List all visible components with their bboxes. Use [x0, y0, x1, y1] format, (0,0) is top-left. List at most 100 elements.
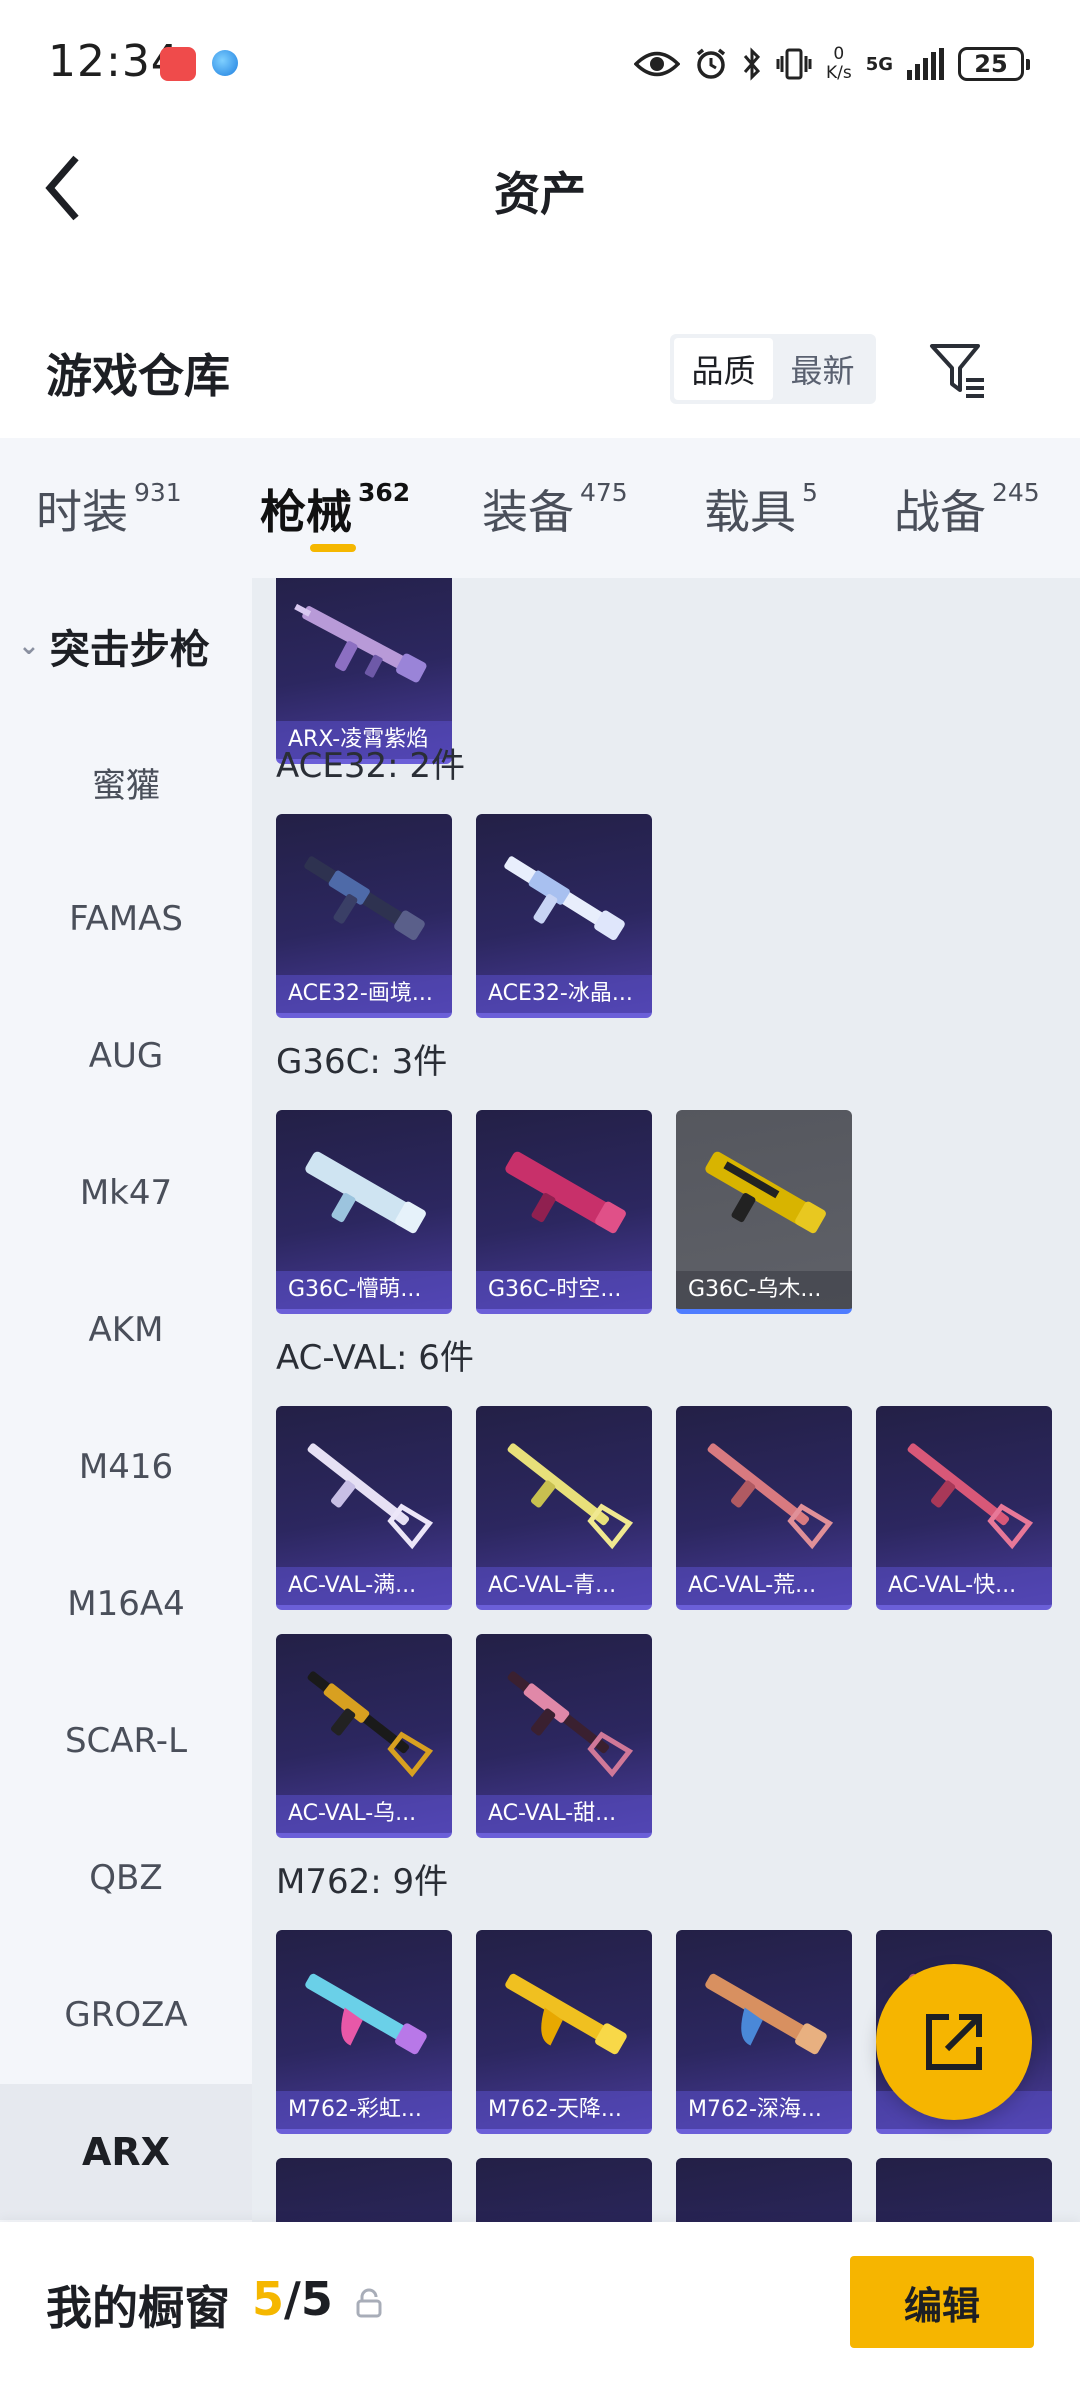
vibrate-icon — [776, 47, 812, 81]
battery-icon: 25 — [958, 47, 1030, 81]
sidebar-group-assault-rifles[interactable]: ⌄ 突击步枪 — [0, 578, 252, 714]
sort-toggle: 品质 最新 — [670, 334, 876, 404]
weapon-card[interactable] — [476, 2158, 652, 2222]
filter-icon — [930, 344, 984, 398]
weapon-card-label: G36C-时空... — [476, 1271, 652, 1309]
weapon-card-label: AC-VAL-荒... — [676, 1567, 852, 1605]
alarm-icon — [694, 47, 728, 81]
weapon-card[interactable]: G36C-乌木... — [676, 1110, 852, 1314]
tab-equipment[interactable]: 装备 475 — [482, 476, 628, 542]
rifle-icon — [707, 1443, 834, 1550]
weapon-card[interactable]: AC-VAL-荒... — [676, 1406, 852, 1610]
tab-vehicles[interactable]: 载具 5 — [704, 476, 818, 542]
sidebar-item[interactable]: AUG — [0, 988, 252, 1124]
weapon-card[interactable]: AC-VAL-乌... — [276, 1634, 452, 1838]
battery-level: 25 — [974, 50, 1008, 78]
tab-label: 枪械 — [260, 485, 352, 539]
weapon-card-label: AC-VAL-乌... — [276, 1795, 452, 1833]
weapon-card-label: G36C-懵萌... — [276, 1271, 452, 1309]
chevron-down-icon: ⌄ — [18, 631, 40, 661]
sidebar-item[interactable]: SCAR-L — [0, 1673, 252, 1809]
showcase-label: 我的橱窗 — [46, 2281, 230, 2335]
rifle-icon — [305, 1973, 427, 2055]
tab-count: 475 — [580, 478, 628, 507]
rifle-icon — [504, 856, 625, 940]
shopping-app-icon — [160, 47, 196, 81]
network-speed: 0 K/s — [826, 45, 852, 83]
tab-label: 时装 — [36, 485, 128, 539]
weapon-card-label: AC-VAL-快... — [876, 1567, 1052, 1605]
rifle-icon — [705, 1973, 827, 2055]
section-title: M762: 9件 — [276, 1862, 449, 1902]
sidebar-item[interactable]: M16A4 — [0, 1536, 252, 1672]
status-icons: 0 K/s 5G 25 — [633, 40, 1030, 88]
net-speed-value: 0 — [833, 44, 845, 64]
weapon-card[interactable]: G36C-懵萌... — [276, 1110, 452, 1314]
status-bar: 12:34 0 K/s 5G 25 — [0, 0, 1080, 126]
showcase-current: 5 — [252, 2272, 285, 2326]
weapon-card[interactable]: G36C-时空... — [476, 1110, 652, 1314]
tab-supplies[interactable]: 战备 245 — [894, 476, 1040, 542]
net-speed-unit: K/s — [825, 63, 852, 83]
sidebar-item-selected[interactable]: ARX — [0, 2084, 252, 2220]
tab-label: 载具 — [704, 485, 796, 539]
sidebar-item[interactable]: Mk47 — [0, 1125, 252, 1261]
active-tab-indicator — [310, 544, 356, 552]
eye-icon — [633, 49, 680, 79]
tab-count: 931 — [134, 478, 182, 507]
weapon-card[interactable]: AC-VAL-青... — [476, 1406, 652, 1610]
share-button[interactable] — [876, 1964, 1032, 2120]
showcase-total: /5 — [284, 2272, 333, 2326]
category-tabs: 时装 931 枪械 362 装备 475 载具 5 战备 245 — [0, 438, 1080, 578]
bluetooth-icon — [742, 47, 762, 81]
tab-fashion[interactable]: 时装 931 — [36, 476, 182, 542]
rifle-icon — [304, 856, 425, 940]
weapon-card[interactable]: ACE32-冰晶... — [476, 814, 652, 1018]
lock-icon — [356, 2288, 382, 2318]
weapon-card[interactable]: AC-VAL-快... — [876, 1406, 1052, 1610]
weapon-card[interactable]: AC-VAL-甜... — [476, 1634, 652, 1838]
rifle-icon — [507, 1671, 634, 1778]
tab-count: 5 — [802, 478, 818, 507]
share-external-icon — [926, 2014, 982, 2070]
weapon-card-label: M762-深海... — [676, 2091, 852, 2129]
sidebar-item[interactable]: GROZA — [0, 1947, 252, 2083]
page-title: 资产 — [494, 167, 586, 221]
tab-label: 战备 — [894, 485, 986, 539]
section-title: ACE32: 2件 — [276, 746, 466, 786]
edit-button[interactable]: 编辑 — [850, 2256, 1034, 2348]
weapon-card-label: ACE32-画境... — [276, 975, 452, 1013]
sort-newest-button[interactable]: 最新 — [773, 338, 872, 400]
sidebar-item[interactable]: QBZ — [0, 1810, 252, 1946]
weapon-card[interactable]: ACE32-画境... — [276, 814, 452, 1018]
weapon-card[interactable] — [276, 2158, 452, 2222]
sidebar-item[interactable]: FAMAS — [0, 851, 252, 987]
sort-quality-button[interactable]: 品质 — [674, 338, 773, 400]
network-type: 5G — [865, 53, 893, 75]
weapon-type-sidebar: ⌄ 突击步枪 蜜獾 FAMAS AUG Mk47 AKM M416 M16A4 … — [0, 578, 252, 2222]
tab-firearms[interactable]: 枪械 362 — [260, 476, 410, 542]
weapon-card[interactable]: M762-天降... — [476, 1930, 652, 2134]
weapon-card[interactable]: AC-VAL-满... — [276, 1406, 452, 1610]
weapon-card-label: M762-天降... — [476, 2091, 652, 2129]
weapon-card[interactable]: ARX-凌霄紫焰 — [276, 578, 452, 764]
rifle-icon — [505, 1151, 626, 1234]
weapon-card[interactable] — [676, 2158, 852, 2222]
rifle-icon — [307, 1443, 434, 1550]
rifle-icon — [705, 1151, 826, 1234]
weapon-card[interactable]: M762-深海... — [676, 1930, 852, 2134]
sidebar-item[interactable]: AKM — [0, 1262, 252, 1398]
filter-button[interactable] — [926, 338, 990, 402]
browser-app-icon — [212, 50, 238, 76]
showcase-bar: 我的橱窗 5/5 编辑 — [0, 2222, 1080, 2382]
weapon-card[interactable] — [876, 2158, 1052, 2222]
warehouse-title: 游戏仓库 — [46, 349, 230, 403]
showcase-count: 5/5 — [252, 2272, 333, 2326]
weapon-card[interactable]: M762-彩虹... — [276, 1930, 452, 2134]
weapon-card-label: ACE32-冰晶... — [476, 975, 652, 1013]
sidebar-item[interactable]: M416 — [0, 1399, 252, 1535]
rifle-icon — [294, 603, 427, 683]
sidebar-item[interactable]: 蜜獾 — [0, 714, 252, 850]
sidebar-group-label: 突击步枪 — [49, 627, 210, 673]
weapon-card-label: AC-VAL-青... — [476, 1567, 652, 1605]
